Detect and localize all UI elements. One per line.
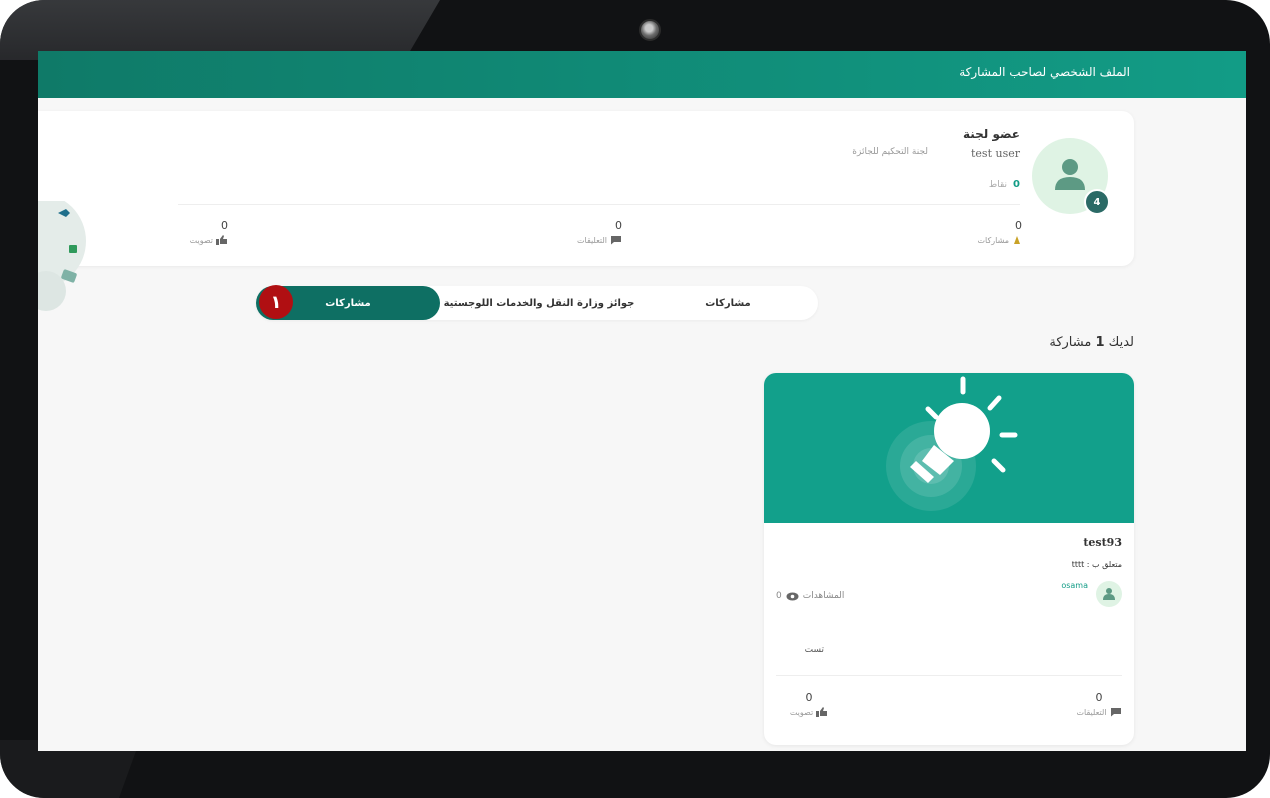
thumbs-up-icon [816, 707, 828, 717]
views-label: المشاهدات [802, 591, 845, 601]
profile-committee: لجنة التحكيم للجائزة [852, 147, 928, 157]
posts-count-suffix: مشاركة [1049, 335, 1092, 350]
page-title: الملف الشخصي لصاحب المشاركة [959, 65, 1130, 79]
stat-votes: 0 تصويت [190, 219, 228, 245]
post-votes-label: تصويت [789, 707, 814, 717]
divider [776, 675, 1122, 676]
profile-name: test user [971, 147, 1020, 160]
tab-posts[interactable]: مشاركات [638, 286, 818, 320]
stat-votes-value: 0 [221, 219, 228, 232]
stat-comments: 0 التعليقات [577, 219, 622, 245]
hand-pointer-icon [1014, 236, 1020, 244]
camera-icon [639, 19, 661, 41]
app-screen: الملف الشخصي لصاحب المشاركة 4 عضو لجنة t… [38, 51, 1246, 751]
post-comments: 0 التعليقات [1074, 691, 1124, 717]
avatar-badge: 4 [1084, 189, 1110, 215]
author-name[interactable]: osama [1061, 581, 1088, 590]
post-card[interactable]: test93 متعلق ب : tttt osama المشاهدات 0 … [764, 373, 1134, 745]
views-value: 0 [776, 591, 782, 601]
user-icon [1055, 159, 1085, 190]
tab-bar: مشاركات جوائز وزارة النقل والخدمات اللوج… [256, 286, 818, 320]
device-frame: الملف الشخصي لصاحب المشاركة 4 عضو لجنة t… [0, 0, 1270, 798]
stat-posts: 0 مشاركات [978, 219, 1023, 245]
stat-posts-label: مشاركات [977, 235, 1010, 245]
post-banner [764, 373, 1134, 523]
points-value: 0 [1013, 179, 1020, 190]
posts-count-number: 1 [1095, 335, 1105, 350]
stat-comments-value: 0 [615, 219, 622, 232]
post-title[interactable]: test93 [1083, 536, 1122, 549]
profile-points: 0 نقاط [989, 179, 1020, 190]
lightbulb-icon [886, 376, 1018, 511]
step-marker: ١ [259, 285, 293, 319]
stat-posts-value: 0 [1015, 219, 1022, 232]
post-votes-value: 0 [805, 691, 813, 704]
stat-comments-label: التعليقات [576, 235, 607, 245]
post-comments-label: التعليقات [1076, 707, 1107, 717]
comment-icon [1110, 708, 1121, 717]
posts-count-prefix: لديك [1108, 335, 1134, 350]
views-count: المشاهدات 0 [776, 591, 844, 601]
posts-count: لديك 1 مشاركة [1049, 335, 1134, 350]
profile-role: عضو لجنة [962, 127, 1020, 141]
comment-icon [611, 236, 621, 245]
stat-votes-label: تصويت [189, 235, 213, 245]
tab-ministry-awards[interactable]: جوائز وزارة النقل والخدمات اللوجستية [440, 286, 638, 320]
eye-icon [786, 592, 799, 600]
top-bar: الملف الشخصي لصاحب المشاركة [38, 51, 1246, 98]
user-icon [1103, 588, 1115, 600]
divider [178, 204, 1020, 205]
post-votes: 0 تصويت [784, 691, 834, 717]
post-comments-value: 0 [1095, 691, 1103, 704]
post-body: تست [804, 645, 824, 655]
author-avatar [1096, 581, 1122, 607]
points-label: نقاط [988, 180, 1008, 190]
decorative-icons [38, 201, 86, 311]
profile-card: 4 عضو لجنة test user لجنة التحكيم للجائز… [38, 111, 1134, 311]
thumbs-up-icon [216, 235, 227, 245]
post-related: متعلق ب : tttt [1071, 560, 1122, 569]
